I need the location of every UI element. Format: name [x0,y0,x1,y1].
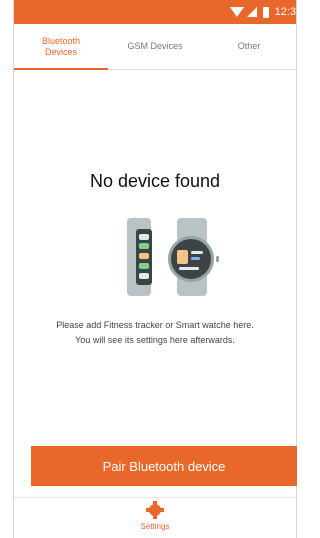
hint-line: You will see its settings here afterward… [75,335,235,345]
tab-gsm-devices[interactable]: GSM Devices [108,24,202,69]
watch-text-line [191,251,203,254]
tab-label: GSM Devices [127,41,183,51]
tab-label: Other [237,41,261,51]
nav-label-settings: Settings [140,522,170,531]
tracker-bar [139,234,149,240]
battery-icon [262,6,269,18]
devices-illustration [122,218,232,298]
tracker-bar [139,273,149,279]
status-time: 12:3 [274,6,296,18]
watch-text-line [191,257,200,260]
smartwatch-icon [168,236,214,282]
nav-item-settings[interactable]: Settings [138,501,172,536]
tab-label-line2: Devices [44,46,77,57]
hint-line: Please add Fitness tracker or Smart watc… [56,320,254,330]
tracker-bar [139,253,149,259]
empty-state-hint: Please add Fitness tracker or Smart watc… [14,318,296,348]
pair-bluetooth-button[interactable]: Pair Bluetooth device [31,446,297,486]
tab-other[interactable]: Other [202,24,296,69]
tracker-bar [139,243,149,249]
device-tabs: Bluetooth Devices GSM Devices Other [14,24,296,70]
tab-label-line1: Bluetooth [41,35,81,46]
fitness-tracker-icon [127,218,152,296]
smartwatch-crown [216,256,219,262]
watch-text-line [179,267,199,270]
wifi-icon [229,7,244,17]
app-screen: 12:3 Bluetooth Devices GSM Devices Other… [0,0,302,538]
left-margin [0,0,14,538]
status-bar: 12:3 [14,0,296,24]
watch-widget [177,250,188,264]
empty-state-title: No device found [89,171,221,191]
tab-bluetooth-devices[interactable]: Bluetooth Devices [14,24,108,70]
left-edge-divider [13,0,14,538]
tracker-bar [139,263,149,269]
signal-icon [246,7,257,17]
gear-icon [146,501,164,519]
bottom-navigation: Settings [14,497,296,538]
tracker-screen [136,229,152,285]
status-icons: 12:3 [229,4,296,20]
